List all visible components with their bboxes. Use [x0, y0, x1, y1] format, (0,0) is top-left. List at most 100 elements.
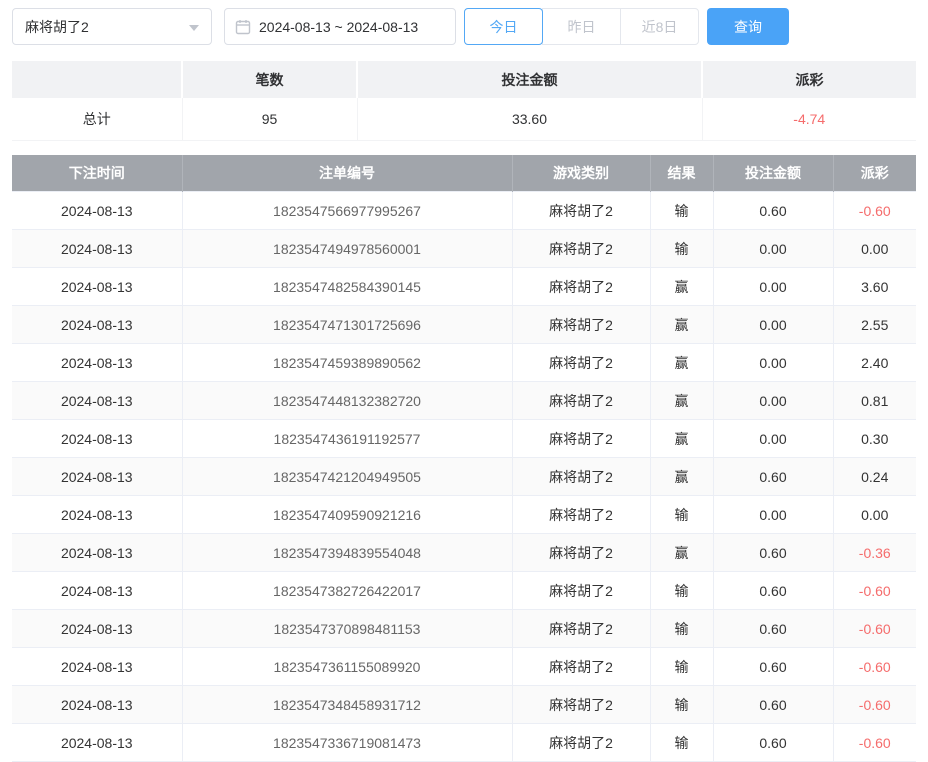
cell-bet-id: 1823547348458931712: [182, 686, 512, 724]
cell-bet-time: 2024-08-13: [12, 230, 182, 268]
cell-game-type: 麻将胡了2: [512, 496, 650, 534]
table-row: 2024-08-131823547448132382720麻将胡了2赢0.000…: [12, 382, 916, 420]
cell-payout: 0.30: [833, 420, 916, 458]
cell-bet-time: 2024-08-13: [12, 610, 182, 648]
table-row: 2024-08-131823547394839554048麻将胡了2赢0.60-…: [12, 534, 916, 572]
column-header-bet-amount: 投注金额: [713, 155, 833, 192]
cell-game-type: 麻将胡了2: [512, 724, 650, 762]
cell-payout: -0.60: [833, 648, 916, 686]
cell-payout: 2.40: [833, 344, 916, 382]
cell-game-type: 麻将胡了2: [512, 306, 650, 344]
summary-header-bet-amount: 投注金额: [357, 61, 702, 98]
cell-bet-amount: 0.00: [713, 268, 833, 306]
cell-bet-id: 1823547482584390145: [182, 268, 512, 306]
table-row: 2024-08-131823547459389890562麻将胡了2赢0.002…: [12, 344, 916, 382]
cell-payout: 3.60: [833, 268, 916, 306]
cell-result: 输: [650, 230, 713, 268]
table-row: 2024-08-131823547421204949505麻将胡了2赢0.600…: [12, 458, 916, 496]
game-select[interactable]: 麻将胡了2: [12, 8, 212, 45]
bet-table: 下注时间 注单编号 游戏类别 结果 投注金额 派彩 2024-08-131823…: [12, 155, 916, 762]
table-row: 2024-08-131823547348458931712麻将胡了2输0.60-…: [12, 686, 916, 724]
cell-game-type: 麻将胡了2: [512, 610, 650, 648]
cell-game-type: 麻将胡了2: [512, 686, 650, 724]
cell-result: 赢: [650, 268, 713, 306]
cell-bet-id: 1823547361155089920: [182, 648, 512, 686]
cell-game-type: 麻将胡了2: [512, 230, 650, 268]
cell-game-type: 麻将胡了2: [512, 572, 650, 610]
cell-result: 输: [650, 648, 713, 686]
cell-bet-id: 1823547394839554048: [182, 534, 512, 572]
cell-bet-amount: 0.60: [713, 686, 833, 724]
table-row: 2024-08-131823547482584390145麻将胡了2赢0.003…: [12, 268, 916, 306]
game-select-value: 麻将胡了2: [25, 17, 89, 37]
cell-game-type: 麻将胡了2: [512, 534, 650, 572]
cell-result: 赢: [650, 382, 713, 420]
cell-bet-amount: 0.00: [713, 420, 833, 458]
cell-bet-time: 2024-08-13: [12, 192, 182, 230]
cell-bet-time: 2024-08-13: [12, 496, 182, 534]
search-button[interactable]: 查询: [707, 8, 789, 45]
cell-game-type: 麻将胡了2: [512, 192, 650, 230]
cell-bet-time: 2024-08-13: [12, 382, 182, 420]
cell-bet-time: 2024-08-13: [12, 686, 182, 724]
bet-table-header-row: 下注时间 注单编号 游戏类别 结果 投注金额 派彩: [12, 155, 916, 192]
quick-button-today[interactable]: 今日: [464, 8, 543, 45]
summary-header-row: 笔数 投注金额 派彩: [12, 61, 916, 98]
table-row: 2024-08-131823547370898481153麻将胡了2输0.60-…: [12, 610, 916, 648]
cell-bet-amount: 0.60: [713, 458, 833, 496]
cell-bet-amount: 0.00: [713, 344, 833, 382]
summary-total-label: 总计: [12, 98, 182, 140]
cell-result: 输: [650, 610, 713, 648]
cell-result: 输: [650, 686, 713, 724]
cell-bet-time: 2024-08-13: [12, 648, 182, 686]
date-range-input[interactable]: 2024-08-13 ~ 2024-08-13: [224, 8, 456, 45]
cell-bet-time: 2024-08-13: [12, 420, 182, 458]
column-header-result: 结果: [650, 155, 713, 192]
cell-payout: 0.00: [833, 230, 916, 268]
cell-bet-amount: 0.00: [713, 382, 833, 420]
chevron-down-icon: [189, 25, 199, 31]
cell-payout: -0.36: [833, 534, 916, 572]
summary-table: 笔数 投注金额 派彩 总计 95 33.60 -4.74: [12, 61, 916, 141]
cell-bet-amount: 0.60: [713, 724, 833, 762]
cell-result: 输: [650, 192, 713, 230]
summary-header-payout: 派彩: [702, 61, 916, 98]
cell-bet-amount: 0.00: [713, 306, 833, 344]
filter-bar: 麻将胡了2 2024-08-13 ~ 2024-08-13 今日 昨日 近8日 …: [12, 8, 916, 45]
cell-game-type: 麻将胡了2: [512, 268, 650, 306]
table-row: 2024-08-131823547566977995267麻将胡了2输0.60-…: [12, 192, 916, 230]
cell-result: 赢: [650, 306, 713, 344]
quick-button-yesterday[interactable]: 昨日: [542, 8, 621, 45]
cell-bet-time: 2024-08-13: [12, 344, 182, 382]
cell-game-type: 麻将胡了2: [512, 648, 650, 686]
cell-payout: -0.60: [833, 686, 916, 724]
cell-game-type: 麻将胡了2: [512, 420, 650, 458]
cell-bet-time: 2024-08-13: [12, 458, 182, 496]
cell-result: 输: [650, 724, 713, 762]
cell-bet-id: 1823547409590921216: [182, 496, 512, 534]
column-header-game-type: 游戏类别: [512, 155, 650, 192]
date-range-value: 2024-08-13 ~ 2024-08-13: [259, 19, 418, 35]
table-row: 2024-08-131823547361155089920麻将胡了2输0.60-…: [12, 648, 916, 686]
cell-result: 赢: [650, 344, 713, 382]
cell-bet-id: 1823547566977995267: [182, 192, 512, 230]
quick-date-button-group: 今日 昨日 近8日: [464, 8, 699, 45]
cell-bet-id: 1823547436191192577: [182, 420, 512, 458]
cell-payout: -0.60: [833, 192, 916, 230]
table-row: 2024-08-131823547382726422017麻将胡了2输0.60-…: [12, 572, 916, 610]
cell-bet-amount: 0.60: [713, 610, 833, 648]
summary-bet-amount: 33.60: [357, 98, 702, 140]
cell-bet-id: 1823547421204949505: [182, 458, 512, 496]
cell-game-type: 麻将胡了2: [512, 382, 650, 420]
cell-payout: 0.24: [833, 458, 916, 496]
cell-payout: 0.81: [833, 382, 916, 420]
cell-result: 输: [650, 572, 713, 610]
cell-bet-amount: 0.00: [713, 230, 833, 268]
table-row: 2024-08-131823547494978560001麻将胡了2输0.000…: [12, 230, 916, 268]
column-header-bet-time: 下注时间: [12, 155, 182, 192]
cell-result: 赢: [650, 458, 713, 496]
quick-button-last8days[interactable]: 近8日: [620, 8, 699, 45]
summary-count: 95: [182, 98, 357, 140]
column-header-payout: 派彩: [833, 155, 916, 192]
cell-bet-amount: 0.60: [713, 572, 833, 610]
